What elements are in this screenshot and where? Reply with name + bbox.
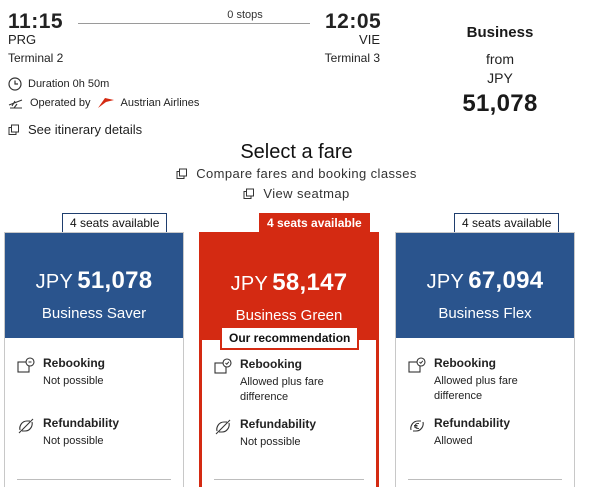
departure-time: 11:15: [8, 10, 64, 33]
fare-card-business-saver[interactable]: JPY 51,078 Business Saver Rebooking Not p…: [4, 232, 184, 487]
fare-name: Business Saver: [41, 305, 147, 322]
select-fare-heading: Select a fare: [240, 141, 353, 163]
departure-airport: PRG: [8, 32, 37, 47]
fare-currency: JPY: [35, 271, 74, 293]
rebooking-value-line-1: Allowed plus fare: [240, 376, 324, 388]
refund-title: Refundability: [240, 417, 317, 431]
compare-fares-link[interactable]: Compare fares and booking classes: [0, 166, 593, 181]
card-divider: [17, 479, 171, 480]
itinerary-link-label: See itinerary details: [28, 122, 143, 137]
fare-amount: 51,078: [77, 267, 153, 294]
arrival-terminal: Terminal 3: [324, 51, 380, 65]
fare-price: JPY 58,147: [202, 235, 376, 297]
rebooking-value-line-2: difference: [240, 391, 289, 403]
external-window-icon: [243, 188, 255, 199]
fare-header: JPY 67,094 Business Flex: [396, 233, 574, 338]
seats-available-badge: 4 seats available: [454, 213, 560, 233]
external-window-icon: [176, 168, 188, 179]
arrival-time: 12:05: [325, 10, 382, 33]
arrival-airport: VIE: [359, 32, 380, 47]
rebooking-feature: Rebooking Not possible: [17, 356, 105, 389]
refund-title: Refundability: [43, 416, 120, 430]
fare-name: Business Green: [235, 307, 343, 324]
operator-row: Operated by Austrian Airlines: [8, 97, 199, 109]
seats-available-badge: 4 seats available: [259, 213, 370, 233]
fare-currency: JPY: [426, 271, 465, 293]
rebooking-title: Rebooking: [240, 357, 302, 371]
price-summary: Business from JPY 51,078: [438, 24, 562, 118]
compare-fares-label: Compare fares and booking classes: [196, 166, 417, 181]
card-divider: [214, 479, 364, 480]
no-refund-icon: [18, 418, 34, 434]
fare-price: JPY 67,094: [396, 233, 574, 295]
refund-value: Allowed: [434, 435, 473, 447]
fare-header: JPY 51,078 Business Saver: [5, 233, 183, 338]
rebooking-feature: Rebooking Allowed plus fare difference: [408, 356, 518, 404]
fare-price: JPY 51,078: [5, 233, 183, 295]
rebooking-icon: [214, 358, 232, 374]
refundability-feature: Refundability Not possible: [214, 417, 316, 450]
rebooking-title: Rebooking: [434, 356, 496, 370]
rebooking-icon: [17, 357, 35, 373]
fare-card-business-flex[interactable]: JPY 67,094 Business Flex Rebooking Allowe…: [395, 232, 575, 487]
airline-name: Austrian Airlines: [120, 97, 200, 109]
operated-by-label: Operated by: [30, 97, 91, 109]
summary-cabin: Business: [466, 24, 534, 41]
card-divider: [408, 479, 562, 480]
stops-label: 0 stops: [227, 9, 263, 21]
duration-label: Duration 0h 50m: [28, 78, 110, 90]
rebooking-value: Allowed plus fare difference: [434, 374, 518, 404]
summary-price: 51,078: [462, 90, 538, 117]
route-line: [78, 23, 310, 24]
refund-value: Not possible: [240, 436, 301, 448]
fare-card-business-green[interactable]: JPY 58,147 Business Green Our recommendat…: [199, 232, 379, 487]
duration-row: Duration 0h 50m: [8, 77, 109, 91]
rebooking-icon: [408, 357, 426, 373]
refund-value: Not possible: [43, 435, 104, 447]
rebooking-value: Not possible: [43, 375, 104, 387]
fare-header: JPY 58,147 Business Green: [202, 235, 376, 340]
recommendation-badge: Our recommendation: [220, 326, 360, 350]
rebooking-title: Rebooking: [43, 356, 105, 370]
clock-icon: [8, 77, 22, 91]
austrian-airlines-logo: [97, 98, 114, 108]
summary-from: from: [486, 51, 514, 67]
no-refund-icon: [215, 419, 231, 435]
external-window-icon: [8, 124, 19, 135]
plane-icon: [8, 99, 23, 109]
rebooking-value: Allowed plus fare difference: [240, 375, 324, 405]
refundability-feature: Refundability Not possible: [17, 416, 119, 449]
departure-terminal: Terminal 2: [8, 51, 64, 65]
fare-amount: 58,147: [272, 269, 348, 296]
seats-available-badge: 4 seats available: [62, 213, 168, 233]
refundability-feature: Refundability Allowed: [408, 416, 510, 449]
fare-name: Business Flex: [438, 305, 532, 322]
view-seatmap-link[interactable]: View seatmap: [0, 186, 593, 201]
fare-currency: JPY: [230, 273, 269, 295]
rebooking-feature: Rebooking Allowed plus fare difference: [214, 357, 324, 405]
itinerary-link[interactable]: See itinerary details: [8, 122, 142, 137]
view-seatmap-label: View seatmap: [263, 186, 350, 201]
rebooking-value-line-2: difference: [434, 390, 483, 402]
fare-amount: 67,094: [468, 267, 544, 294]
euro-refund-icon: [410, 420, 424, 432]
summary-currency: JPY: [487, 70, 513, 86]
rebooking-value-line-1: Allowed plus fare: [434, 375, 518, 387]
refund-title: Refundability: [434, 416, 511, 430]
